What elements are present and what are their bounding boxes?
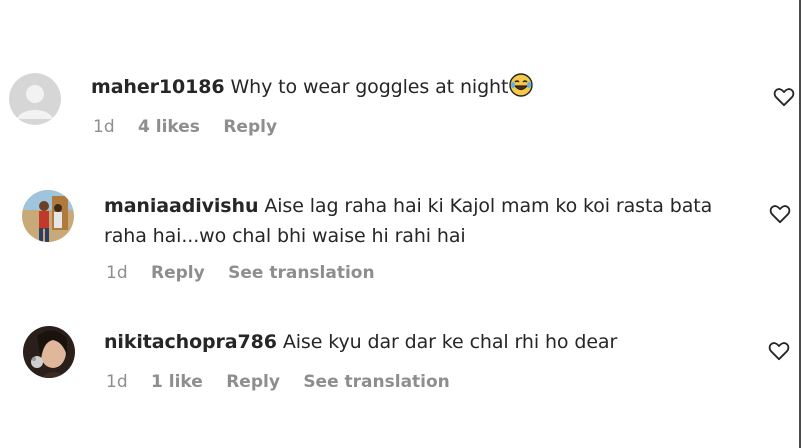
comment-text-line: maniaadivishu Aise lag raha hai ki Kajol… — [104, 191, 712, 221]
comment-meta: 1d Reply See translation — [106, 263, 393, 283]
comment-text-line-2: raha hai...wo chal bhi waise hi rahi hai — [104, 221, 466, 251]
comment-text-line: nikitachopra786 Aise kyu dar dar ke chal… — [104, 327, 617, 357]
user-photo-icon — [22, 190, 74, 242]
laughing-with-tears-emoji-icon — [509, 73, 534, 106]
comment-text: Aise kyu dar dar ke chal rhi ho dear — [282, 331, 618, 353]
avatar[interactable] — [22, 190, 74, 242]
comment-username[interactable]: maher10186 — [91, 76, 225, 98]
comment-username[interactable]: nikitachopra786 — [104, 331, 277, 353]
see-translation-link[interactable]: See translation — [228, 263, 374, 283]
see-translation-link[interactable]: See translation — [303, 372, 449, 392]
like-heart-icon[interactable] — [773, 87, 795, 107]
reply-button[interactable]: Reply — [226, 372, 280, 392]
reply-button[interactable]: Reply — [151, 263, 205, 283]
reply-button[interactable]: Reply — [223, 117, 277, 137]
comment-time: 1d — [106, 263, 128, 283]
default-avatar-icon — [9, 73, 61, 125]
comment-text-continued: raha hai...wo chal bhi waise hi rahi hai — [104, 225, 466, 247]
user-photo-icon — [23, 326, 75, 378]
comment-meta: 1d 4 likes Reply — [93, 117, 295, 137]
avatar[interactable] — [23, 326, 75, 378]
comment-text: Why to wear goggles at night — [230, 76, 509, 98]
comment-username[interactable]: maniaadivishu — [104, 195, 258, 217]
comment-meta: 1d 1 like Reply See translation — [106, 372, 468, 392]
like-heart-icon[interactable] — [768, 341, 790, 361]
comment-likes[interactable]: 4 likes — [138, 117, 200, 137]
comment-time: 1d — [93, 117, 115, 137]
avatar[interactable] — [9, 73, 61, 125]
comment-text: Aise lag raha hai ki Kajol mam ko koi ra… — [264, 195, 713, 217]
comment-likes[interactable]: 1 like — [151, 372, 203, 392]
like-heart-icon[interactable] — [769, 204, 791, 224]
comment-time: 1d — [106, 372, 128, 392]
comment-text-line: maher10186 Why to wear goggles at night — [91, 72, 534, 106]
